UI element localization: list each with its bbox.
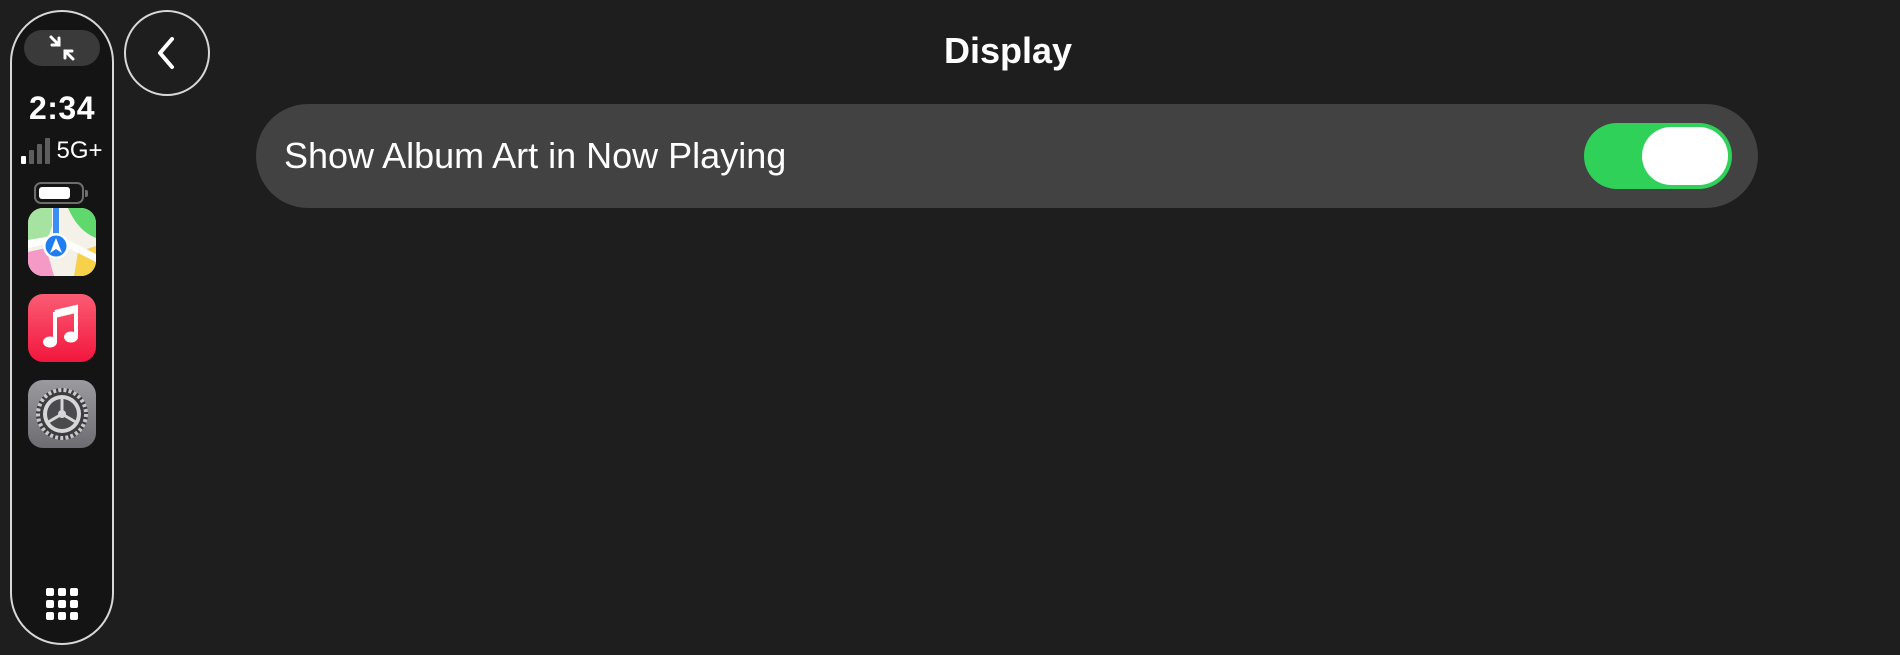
toggle-knob [1642,127,1728,185]
maps-app-icon[interactable] [28,208,96,276]
app-grid-icon [46,588,78,620]
header: Display [0,0,1900,100]
page-title: Display [943,30,1073,71]
app-grid-button[interactable] [42,584,82,624]
signal-strength-icon [21,138,51,164]
setting-label: Show Album Art in Now Playing [284,135,787,176]
network-type: 5G+ [56,137,103,164]
music-app-icon[interactable] [28,294,96,362]
album-art-toggle[interactable] [1584,123,1732,189]
carplay-screen: 2:34 5G+ Display Show Album Art in Now P… [0,0,1900,655]
setting-row-show-album-art[interactable]: Show Album Art in Now Playing [256,104,1758,208]
settings-app-icon[interactable] [28,380,96,448]
cellular-status: 5G+ [12,134,112,164]
battery-icon [34,182,88,204]
dock-sidebar: 2:34 5G+ [10,10,114,645]
